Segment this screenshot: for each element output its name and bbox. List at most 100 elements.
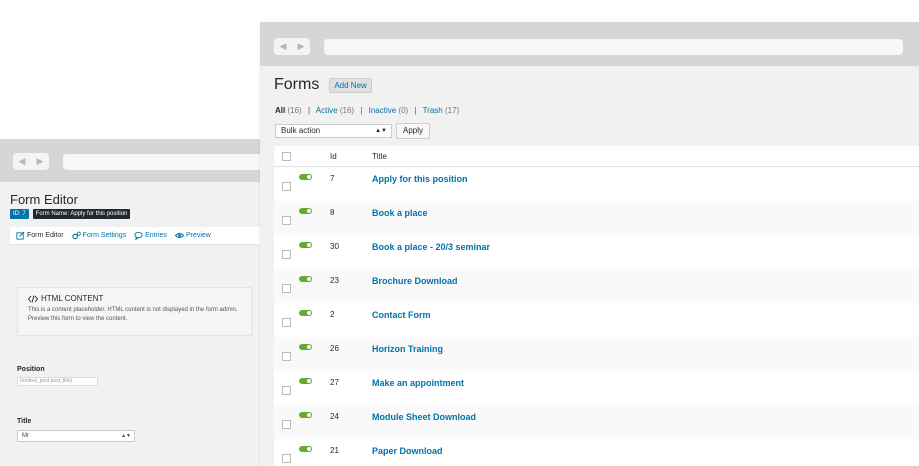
form-id-badge: ID: 7 — [10, 209, 29, 219]
editor-tabs: Form Editor Form Settings Entries Previe… — [10, 227, 262, 245]
tab-form-settings[interactable]: Form Settings — [71, 231, 127, 240]
form-id-cell: 27 — [330, 378, 339, 387]
gears-icon — [71, 231, 81, 240]
add-new-button[interactable]: Add New — [329, 77, 372, 93]
title-select-value: Mr — [22, 433, 29, 439]
form-id-cell: 21 — [330, 446, 339, 455]
browser-chrome: ◀ ▶ — [0, 139, 262, 182]
form-id-cell: 2 — [330, 310, 335, 319]
form-title-link[interactable]: Module Sheet Download — [372, 412, 476, 422]
filter-active[interactable]: Active — [316, 106, 338, 115]
filter-inactive-count: (0) — [398, 106, 409, 115]
active-toggle[interactable] — [299, 276, 312, 282]
filter-separator: | — [414, 106, 417, 115]
table-row: 2 Contact Form — [274, 303, 919, 337]
position-label: Position — [17, 366, 45, 373]
bulk-action-select[interactable]: Bulk action ▲▼ — [275, 124, 392, 138]
column-header-title[interactable]: Title — [372, 152, 387, 161]
apply-button[interactable]: Apply — [396, 123, 431, 139]
row-checkbox[interactable] — [282, 454, 291, 463]
row-checkbox[interactable] — [282, 216, 291, 225]
active-toggle[interactable] — [299, 310, 312, 316]
active-toggle[interactable] — [299, 242, 312, 248]
row-checkbox[interactable] — [282, 250, 291, 259]
tab-label: Preview — [185, 232, 211, 239]
row-checkbox[interactable] — [282, 182, 291, 191]
bulk-action-value: Bulk action — [281, 126, 321, 135]
row-checkbox[interactable] — [282, 420, 291, 429]
active-toggle[interactable] — [299, 174, 312, 180]
row-checkbox[interactable] — [282, 352, 291, 361]
forward-arrow-icon[interactable]: ▶ — [292, 38, 310, 55]
column-header-id[interactable]: Id — [330, 152, 337, 161]
filter-separator: | — [360, 106, 363, 115]
tab-label: Form Editor — [27, 232, 64, 239]
table-row: 26 Horizon Training — [274, 337, 919, 371]
form-id-cell: 30 — [330, 242, 339, 251]
browser-chrome: ◀ ▶ — [260, 22, 919, 66]
filter-inactive[interactable]: Inactive — [369, 106, 397, 115]
form-title-link[interactable]: Horizon Training — [372, 344, 443, 354]
status-filters: All (16) | Active (16) | Inactive (0) | … — [275, 106, 459, 115]
speech-bubble-icon — [134, 231, 143, 240]
filter-trash[interactable]: Trash — [423, 106, 443, 115]
row-checkbox[interactable] — [282, 318, 291, 327]
address-bar[interactable] — [324, 39, 903, 55]
html-content-header: HTML CONTENT — [28, 294, 241, 303]
row-checkbox[interactable] — [282, 284, 291, 293]
table-row: 23 Brochure Download — [274, 269, 919, 303]
active-toggle[interactable] — [299, 378, 312, 384]
form-title-link[interactable]: Contact Form — [372, 310, 431, 320]
table-row: 27 Make an appointment — [274, 371, 919, 405]
form-title-link[interactable]: Brochure Download — [372, 276, 458, 286]
table-row: 24 Module Sheet Download — [274, 405, 919, 439]
form-id-cell: 26 — [330, 344, 339, 353]
forward-arrow-icon[interactable]: ▶ — [31, 153, 49, 170]
form-title-link[interactable]: Make an appointment — [372, 378, 464, 388]
tab-entries[interactable]: Entries — [134, 231, 167, 240]
page-title-row: Forms Add New — [274, 76, 372, 94]
filter-all[interactable]: All — [275, 106, 285, 115]
filter-separator: | — [307, 106, 311, 115]
form-editor-window: ◀ ▶ Form Editor ID: 7 Form Name: Apply f… — [0, 139, 262, 466]
active-toggle[interactable] — [299, 412, 312, 418]
back-arrow-icon[interactable]: ◀ — [13, 153, 31, 170]
tab-form-editor[interactable]: Form Editor — [16, 231, 64, 240]
row-checkbox[interactable] — [282, 386, 291, 395]
tab-label: Entries — [145, 232, 167, 239]
html-content-heading: HTML CONTENT — [41, 294, 104, 303]
address-bar[interactable] — [63, 154, 262, 170]
title-label: Title — [17, 418, 32, 425]
title-select[interactable]: Mr ▲▼ — [17, 430, 135, 442]
browser-nav-buttons: ◀ ▶ — [13, 153, 49, 170]
html-content-text: This is a content placeholder. HTML cont… — [28, 307, 238, 322]
select-arrows-icon: ▲▼ — [121, 433, 131, 439]
form-title-link[interactable]: Paper Download — [372, 446, 443, 456]
form-id-cell: 23 — [330, 276, 339, 285]
table-header: Id Title — [274, 146, 919, 167]
form-id-cell: 7 — [330, 174, 335, 183]
tab-preview[interactable]: Preview — [174, 231, 211, 240]
form-title-link[interactable]: Apply for this position — [372, 174, 468, 184]
select-arrows-icon: ▲▼ — [375, 128, 387, 134]
form-title-link[interactable]: Book a place — [372, 208, 428, 218]
form-badges: ID: 7 Form Name: Apply for this position — [10, 209, 131, 219]
select-all-checkbox[interactable] — [282, 152, 291, 161]
active-toggle[interactable] — [299, 344, 312, 350]
tab-label: Form Settings — [82, 232, 127, 239]
forms-list-window: ◀ ▶ Forms Add New All (16) | Active (16)… — [260, 22, 919, 466]
table-row: 21 Paper Download — [274, 439, 919, 466]
pencil-square-icon — [16, 231, 25, 240]
active-toggle[interactable] — [299, 446, 312, 452]
form-title-link[interactable]: Book a place - 20/3 seminar — [372, 242, 490, 252]
page-title: Form Editor — [10, 192, 78, 207]
table-row: 7 Apply for this position — [274, 167, 919, 201]
html-content-block[interactable]: HTML CONTENT This is a content placehold… — [17, 287, 252, 336]
position-input[interactable]: {embed_post:post_title} — [17, 377, 98, 386]
table-body: 7 Apply for this position 8 Book a place 30 B… — [274, 167, 919, 466]
active-toggle[interactable] — [299, 208, 312, 214]
filter-all-count: (16) — [287, 106, 302, 115]
form-id-cell: 8 — [330, 208, 335, 217]
code-icon — [28, 294, 38, 303]
back-arrow-icon[interactable]: ◀ — [274, 38, 292, 55]
